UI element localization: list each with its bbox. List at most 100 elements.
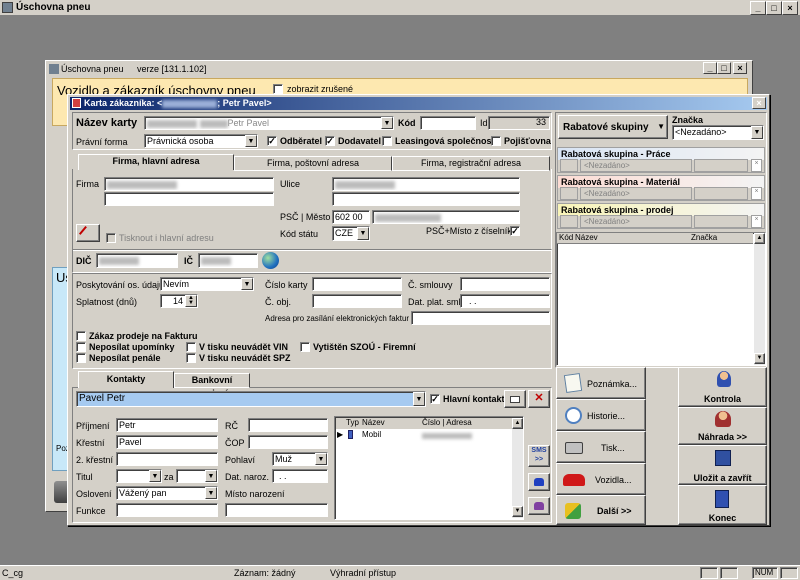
ulice-field-1[interactable]: [332, 177, 520, 191]
rabat-material-clear-icon[interactable]: ×: [751, 187, 762, 200]
vytisten-checkbox[interactable]: [300, 342, 310, 352]
contact-grid-scrollbar[interactable]: ▲ ▼: [512, 418, 523, 518]
rabat-prace-value[interactable]: [694, 159, 748, 172]
splatnost-field[interactable]: 14 ▲ ▼: [160, 294, 198, 308]
grid-header-cislo[interactable]: Číslo | Adresa: [422, 418, 472, 427]
bg-minimize-button[interactable]: _: [703, 62, 717, 74]
rabat-header-nazev[interactable]: Název: [575, 233, 598, 242]
kod-field[interactable]: [420, 116, 476, 130]
rabat-header-znacka[interactable]: Značka: [691, 233, 717, 242]
v-tisku-vin-checkbox[interactable]: [186, 342, 196, 352]
funkce-field[interactable]: [116, 503, 218, 517]
misto-field[interactable]: [225, 503, 328, 517]
rabat-list-scrollbar[interactable]: ▲ ▼: [754, 233, 765, 365]
firma-field-1[interactable]: [104, 177, 274, 191]
konec-button[interactable]: Konec: [678, 485, 767, 525]
scroll-up-icon[interactable]: ▲: [512, 418, 523, 429]
rabat-material-select[interactable]: <Nezadáno>: [580, 187, 692, 200]
tab-firma-hlavni[interactable]: Firma, hlavní adresa: [78, 154, 234, 170]
splatnost-spinner[interactable]: ▲ ▼: [185, 295, 197, 307]
neposilat-pen-checkbox[interactable]: [76, 353, 86, 363]
scroll-down-icon[interactable]: ▼: [512, 506, 523, 517]
pojistovna-checkbox[interactable]: [491, 136, 501, 146]
dalsi-button[interactable]: Další >>: [556, 495, 646, 525]
pravni-forma-select[interactable]: Právnická osoba ▼: [144, 134, 258, 148]
rabat-prace-code[interactable]: [560, 159, 578, 172]
grid-header-nazev[interactable]: Název: [362, 418, 385, 427]
cop-field[interactable]: [248, 435, 328, 449]
call-button[interactable]: [528, 473, 550, 491]
grid-header-typ[interactable]: Typ: [346, 418, 359, 427]
zakaz-checkbox[interactable]: [76, 331, 86, 341]
mesto-field[interactable]: [372, 210, 520, 224]
tab-firma-registracni[interactable]: Firma, registrační adresa: [392, 156, 550, 171]
neposilat-upom-checkbox[interactable]: [76, 342, 86, 352]
tab-firma-postovni[interactable]: Firma, poštovní adresa: [234, 156, 392, 171]
rabat-scroll-down-icon[interactable]: ▼: [754, 353, 765, 364]
psc-field[interactable]: 602 00: [332, 210, 370, 224]
rabat-prace-clear-icon[interactable]: ×: [751, 159, 762, 172]
adresa-fakt-field[interactable]: [411, 311, 550, 325]
sms-button[interactable]: SMS >>: [528, 445, 550, 467]
rabatove-skupiny-button[interactable]: Rabatové skupiny ▼: [558, 115, 668, 139]
prijmeni-field[interactable]: Petr: [116, 418, 218, 432]
titul-za-select[interactable]: ▼: [176, 469, 218, 483]
contact-select[interactable]: Pavel Petr ▼: [76, 391, 426, 407]
globe-icon[interactable]: [262, 252, 279, 269]
minimize-button[interactable]: _: [750, 1, 766, 15]
v-tisku-spz-checkbox[interactable]: [186, 353, 196, 363]
znacka-select[interactable]: <Nezadáno> ▼: [672, 125, 764, 140]
leasing-checkbox[interactable]: [382, 136, 392, 146]
osloveni-select[interactable]: Vážený pan ▼: [116, 486, 218, 500]
rabat-material-value[interactable]: [694, 187, 748, 200]
bg-close-button[interactable]: ×: [733, 62, 747, 74]
kontrola-button[interactable]: Kontrola: [678, 367, 767, 407]
nazev-karty-field[interactable]: Petr Pavel ▼: [144, 116, 394, 130]
maximize-button[interactable]: □: [766, 1, 782, 15]
c-obj-field[interactable]: [312, 294, 402, 308]
tab-kontakty[interactable]: Kontakty: [78, 371, 174, 388]
dialog-close-button[interactable]: ×: [752, 97, 766, 109]
dodavatel-checkbox[interactable]: ✓: [325, 136, 335, 146]
ulozit-button[interactable]: Uložit a zavřít: [678, 445, 767, 485]
rc-field[interactable]: [248, 418, 328, 432]
rabat-prodej-value[interactable]: [694, 215, 748, 228]
cislo-karty-field[interactable]: [312, 277, 402, 291]
rabat-material-code[interactable]: [560, 187, 578, 200]
hlavni-kontakt-checkbox[interactable]: ✓: [430, 394, 440, 404]
edit-address-button[interactable]: [76, 224, 100, 242]
rabat-prodej-select[interactable]: <Nezadáno>: [580, 215, 692, 228]
contact-card-button[interactable]: [504, 390, 526, 408]
bg-maximize-button[interactable]: □: [717, 62, 731, 74]
titul-select[interactable]: ▼: [116, 469, 162, 483]
dat-naroz-field[interactable]: . .: [272, 469, 328, 483]
bg-zobrazit-checkbox[interactable]: [273, 84, 283, 94]
nahrada-button[interactable]: Náhrada >>: [678, 407, 767, 445]
close-button[interactable]: ×: [782, 1, 798, 15]
firma-field-2[interactable]: [104, 192, 274, 206]
c-smlouvy-field[interactable]: [460, 277, 550, 291]
psc-ciselnik-checkbox[interactable]: ✓: [510, 226, 520, 236]
tisknout-checkbox[interactable]: [106, 233, 116, 243]
vozidla-button[interactable]: Vozidla...: [556, 463, 646, 495]
call2-button[interactable]: [528, 497, 550, 515]
tab-bankovni[interactable]: Bankovní spojení: [174, 373, 250, 398]
odberatel-checkbox[interactable]: ✓: [267, 136, 277, 146]
ic-field[interactable]: [198, 253, 258, 268]
rabat-header-kod[interactable]: Kód: [559, 233, 573, 242]
rabat-prace-select[interactable]: <Nezadáno>: [580, 159, 692, 172]
krestni2-field[interactable]: [116, 452, 218, 466]
kod-statu-select[interactable]: CZE ▼: [332, 226, 370, 241]
rabat-prodej-code[interactable]: [560, 215, 578, 228]
krestni-field[interactable]: Pavel: [116, 435, 218, 449]
tisk-button[interactable]: Tisk...: [556, 431, 646, 463]
dic-field[interactable]: [96, 253, 178, 268]
historie-button[interactable]: Historie...: [556, 399, 646, 431]
dat-plat-field[interactable]: . .: [460, 294, 550, 308]
contact-delete-button[interactable]: ✕: [528, 390, 550, 408]
contact-grid-row[interactable]: ▶ Mobil: [336, 430, 512, 440]
poznamka-button[interactable]: Poznámka...: [556, 367, 646, 399]
ulice-field-2[interactable]: [332, 192, 520, 206]
pohlavi-select[interactable]: Muž ▼: [272, 452, 328, 466]
rabat-prodej-clear-icon[interactable]: ×: [751, 215, 762, 228]
